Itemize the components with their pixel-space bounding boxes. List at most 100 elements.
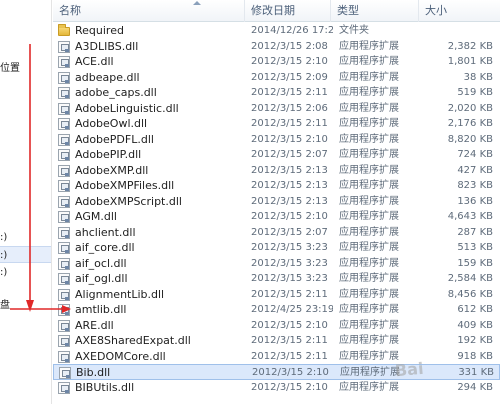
file-size: 192 KB (457, 335, 493, 346)
dll-file-icon (58, 335, 70, 347)
dll-file-icon (58, 350, 70, 363)
file-type: 应用程序扩展 (339, 56, 399, 67)
file-name: ahclient.dll (75, 225, 136, 239)
file-row[interactable]: AdobeOwl.dll 2012/3/15 2:11 应用程序扩展 2,176 KB (53, 116, 500, 132)
file-row[interactable]: adobe_caps.dll 2012/3/15 2:11 应用程序扩展 519 KB (53, 85, 500, 101)
file-row[interactable]: BIBUtils.dll 2012/3/15 2:10 应用程序扩展 294 KB (53, 380, 500, 396)
file-size: 2,382 KB (447, 40, 493, 52)
file-row[interactable]: Required 2014/12/26 17:20 文件夹 (53, 23, 500, 39)
file-size: 287 KB (457, 226, 493, 238)
nav-item-drive-1[interactable]: :) (0, 229, 51, 246)
column-header-date[interactable]: 修改日期 (245, 0, 331, 22)
column-header-size[interactable]: 大小 (419, 0, 500, 22)
file-name: aif_ogl.dll (75, 272, 128, 285)
file-name: AGM.dll (75, 210, 117, 223)
file-date: 2012/4/25 23:19 (251, 304, 333, 315)
dll-file-icon (58, 180, 70, 192)
dll-file-icon (58, 56, 70, 68)
file-size: 427 KB (457, 164, 493, 176)
file-type: 应用程序扩展 (339, 71, 399, 83)
nav-item-label: :) (0, 267, 8, 278)
file-name: AdobeOwl.dll (75, 117, 148, 130)
nav-item-label: :) (0, 232, 8, 243)
dll-file-icon (58, 149, 70, 161)
dll-file-icon (58, 304, 70, 316)
column-header-type[interactable]: 类型 (331, 0, 419, 22)
file-type: 应用程序扩展 (339, 180, 399, 191)
file-type: 应用程序扩展 (339, 319, 399, 331)
file-name: A3DLIBS.dll (75, 39, 139, 53)
file-row[interactable]: aif_core.dll 2012/3/15 3:23 应用程序扩展 513 KB (53, 240, 500, 256)
file-date: 2012/3/15 2:10 (251, 133, 328, 145)
nav-item-drive-2[interactable]: :) (0, 246, 51, 263)
file-date: 2012/3/15 2:07 (251, 226, 328, 238)
file-row[interactable]: adbeape.dll 2012/3/15 2:09 应用程序扩展 38 KB (53, 70, 500, 86)
file-size: 8,456 KB (447, 288, 493, 300)
watermark: Bai (394, 358, 425, 381)
file-row[interactable]: AdobePIP.dll 2012/3/15 2:07 应用程序扩展 724 KB (53, 147, 500, 163)
file-type: 应用程序扩展 (339, 304, 399, 315)
file-row[interactable]: aif_ogl.dll 2012/3/15 3:23 应用程序扩展 2,584 KB (53, 271, 500, 287)
file-row[interactable]: AdobeLinguistic.dll 2012/3/15 2:06 应用程序扩展 2… (53, 101, 500, 117)
file-row[interactable]: ahclient.dll 2012/3/15 2:07 应用程序扩展 287 KB (53, 225, 500, 241)
file-row[interactable]: ACE.dll 2012/3/15 2:10 应用程序扩展 1,801 KB (53, 54, 500, 70)
file-size: 612 KB (457, 304, 493, 315)
file-name: aif_core.dll (75, 241, 135, 254)
file-name: AXE8SharedExpat.dll (75, 334, 191, 347)
file-type: 文件夹 (339, 25, 369, 36)
file-row[interactable]: Bib.dll 2012/3/15 2:10 应用程序扩展 331 KB (53, 364, 500, 380)
file-size: 724 KB (457, 149, 493, 160)
file-row[interactable]: AdobeXMPScript.dll 2012/3/15 2:13 应用程序扩展 13… (53, 194, 500, 210)
file-type: 应用程序扩展 (339, 164, 399, 176)
file-row[interactable]: AlignmentLib.dll 2012/3/15 2:11 应用程序扩展 8,45… (53, 287, 500, 303)
file-type: 应用程序扩展 (339, 211, 399, 222)
file-row[interactable]: ARE.dll 2012/3/15 2:10 应用程序扩展 409 KB (53, 318, 500, 334)
file-name: AdobeXMPFiles.dll (75, 179, 175, 192)
file-row[interactable]: AXEDOMCore.dll 2012/3/15 2:11 应用程序扩展 918 KB (53, 349, 500, 365)
file-date: 2012/3/15 2:13 (251, 164, 328, 176)
file-type: 应用程序扩展 (339, 226, 399, 238)
file-date: 2012/3/15 3:23 (251, 242, 328, 253)
file-row[interactable]: AdobePDFL.dll 2012/3/15 2:10 应用程序扩展 8,820 K… (53, 132, 500, 148)
file-name: ARE.dll (75, 318, 114, 332)
dll-file-icon (58, 226, 70, 239)
file-type: 应用程序扩展 (339, 195, 399, 207)
nav-item-location[interactable]: 位置 (0, 60, 51, 77)
file-row[interactable]: aif_ocl.dll 2012/3/15 3:23 应用程序扩展 159 KB (53, 256, 500, 272)
file-row[interactable]: A3DLIBS.dll 2012/3/15 2:08 应用程序扩展 2,382 KB (53, 39, 500, 55)
dll-file-icon (58, 288, 70, 301)
file-date: 2012/3/15 2:11 (251, 118, 328, 129)
nav-item-disk[interactable]: 盘 (0, 297, 51, 314)
file-name: AdobePDFL.dll (75, 132, 154, 146)
file-date: 2012/3/15 2:07 (251, 149, 328, 160)
file-row[interactable]: AdobeXMP.dll 2012/3/15 2:13 应用程序扩展 427 KB (53, 163, 500, 179)
file-type: 应用程序扩展 (339, 335, 399, 346)
file-row[interactable]: amtlib.dll 2012/4/25 23:19 应用程序扩展 612 KB (53, 302, 500, 318)
file-row[interactable]: AXE8SharedExpat.dll 2012/3/15 2:11 应用程序扩展 1… (53, 333, 500, 349)
file-type: 应用程序扩展 (339, 257, 399, 269)
file-name: AdobeLinguistic.dll (75, 101, 179, 115)
file-size (423, 23, 493, 39)
dll-file-icon (59, 367, 71, 379)
dll-file-icon (58, 133, 70, 146)
file-size: 2,020 KB (447, 102, 493, 114)
folder-icon (58, 24, 70, 36)
file-size: 8,820 KB (447, 133, 493, 145)
navigation-pane: 位置 :) :) :) 盘 (0, 0, 52, 404)
dll-file-icon (58, 195, 70, 208)
file-date: 2012/3/15 2:10 (251, 56, 328, 67)
file-date: 2012/3/15 3:23 (251, 257, 328, 269)
file-type: 应用程序扩展 (339, 381, 399, 393)
file-date: 2012/3/15 3:23 (251, 273, 328, 284)
dll-file-icon (58, 319, 70, 332)
file-date: 2012/3/15 2:08 (251, 40, 328, 52)
file-name: AdobePIP.dll (75, 148, 142, 161)
nav-item-drive-3[interactable]: :) (0, 264, 51, 281)
file-date: 2012/3/15 2:06 (251, 102, 328, 114)
file-size: 136 KB (457, 195, 493, 207)
file-row[interactable]: AdobeXMPFiles.dll 2012/3/15 2:13 应用程序扩展 823… (53, 178, 500, 194)
dll-file-icon (58, 40, 70, 53)
file-row[interactable]: AGM.dll 2012/3/15 2:10 应用程序扩展 4,643 KB (53, 209, 500, 225)
column-header-name[interactable]: 名称 (53, 0, 245, 22)
file-size: 294 KB (457, 381, 493, 393)
